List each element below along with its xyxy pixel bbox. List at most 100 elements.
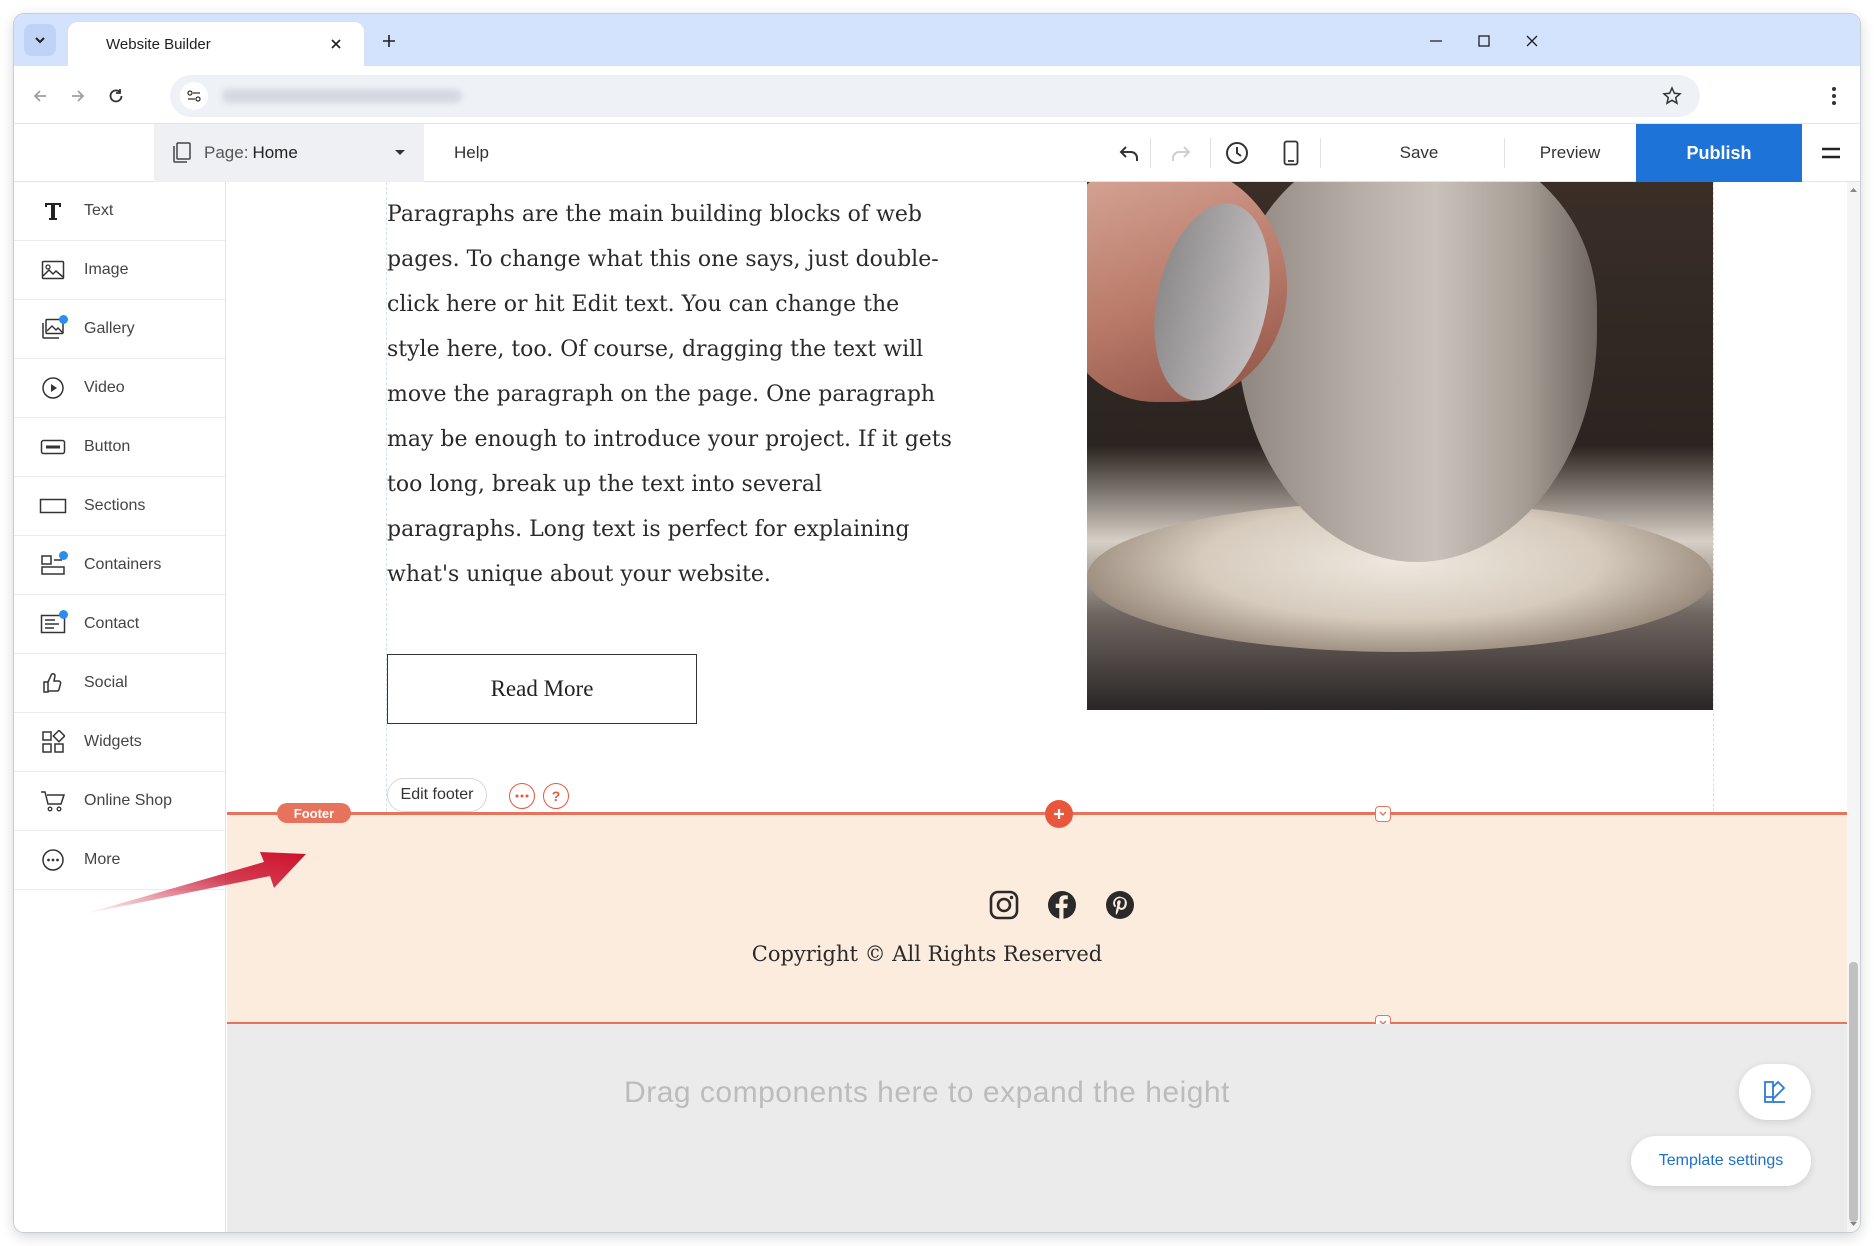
containers-icon — [38, 550, 68, 580]
sidebar-item-widgets[interactable]: Widgets — [14, 713, 225, 772]
cart-icon — [38, 786, 68, 816]
url-field[interactable] — [170, 75, 1700, 117]
gallery-icon — [38, 314, 68, 344]
instagram-icon[interactable] — [987, 888, 1021, 922]
new-tab-icon[interactable] — [376, 28, 402, 54]
pages-icon — [173, 142, 191, 163]
caret-down-icon — [395, 150, 405, 155]
browser-titlebar: Website Builder — [14, 14, 1860, 66]
sidebar-item-label: Contact — [84, 615, 140, 632]
photo-pot-shape — [1237, 182, 1597, 562]
toolbar-divider — [1320, 138, 1321, 168]
footer-tag: Footer — [277, 803, 351, 823]
button-icon — [38, 432, 68, 462]
facebook-icon[interactable] — [1045, 888, 1079, 922]
annotation-arrow-icon — [84, 852, 306, 914]
help-link[interactable]: Help — [454, 124, 489, 182]
more-icon — [38, 845, 68, 875]
toolbar-divider — [1210, 138, 1211, 168]
minimize-icon[interactable] — [1422, 28, 1450, 54]
components-sidebar: Text Image Gallery Video Button Sections… — [14, 182, 226, 1232]
social-icon — [38, 668, 68, 698]
close-tab-icon[interactable] — [326, 34, 346, 54]
copyright-text[interactable]: Copyright © All Rights Reserved — [227, 942, 1627, 966]
mobile-view-icon[interactable] — [1276, 138, 1306, 168]
sidebar-item-gallery[interactable]: Gallery — [14, 300, 225, 359]
sidebar-item-label: Online Shop — [84, 792, 173, 809]
sidebar-item-image[interactable]: Image — [14, 241, 225, 300]
save-button[interactable]: Save — [1344, 124, 1494, 182]
footer-help-icon[interactable]: ? — [543, 783, 569, 809]
sidebar-item-label: Image — [84, 261, 129, 278]
add-section-plus-icon[interactable] — [1045, 800, 1073, 828]
new-badge — [59, 315, 68, 324]
sidebar-item-label: Video — [84, 379, 125, 396]
page-selector[interactable]: Page: Home — [154, 124, 424, 182]
undo-icon[interactable] — [1114, 138, 1144, 168]
sidebar-item-label: Text — [84, 202, 114, 219]
paragraph-text[interactable]: Paragraphs are the main building blocks … — [387, 192, 957, 597]
sidebar-item-video[interactable]: Video — [14, 359, 225, 418]
page-label: Page: — [204, 143, 249, 162]
sidebar-item-containers[interactable]: Containers — [14, 536, 225, 595]
new-badge — [59, 610, 68, 619]
resize-handle-icon[interactable] — [1375, 806, 1391, 822]
back-arrow-icon[interactable] — [26, 82, 54, 110]
pinterest-icon[interactable] — [1103, 888, 1137, 922]
reload-icon[interactable] — [102, 82, 130, 110]
video-icon — [38, 373, 68, 403]
edit-footer-button[interactable]: Edit footer — [387, 778, 487, 812]
design-settings-button[interactable] — [1739, 1064, 1811, 1120]
footer-top-border — [227, 812, 1847, 815]
toolbar-divider — [1150, 138, 1151, 168]
tab-search-button[interactable] — [24, 24, 56, 56]
sidebar-item-text[interactable]: Text — [14, 182, 225, 241]
text-icon — [38, 196, 68, 226]
sidebar-item-label: Button — [84, 438, 131, 455]
builder-toolbar: Page: Home Help Save Preview Publish — [14, 124, 1860, 182]
sidebar-item-label: Widgets — [84, 733, 142, 750]
preview-button[interactable]: Preview — [1504, 124, 1636, 182]
scroll-up-icon[interactable] — [1847, 184, 1860, 196]
chevron-down-icon — [35, 37, 45, 44]
new-badge — [59, 551, 68, 560]
browser-window: Website Builder Page: Home Help Save Pre… — [14, 14, 1860, 1232]
publish-button[interactable]: Publish — [1636, 124, 1802, 182]
history-icon[interactable] — [1222, 138, 1252, 168]
close-window-icon[interactable] — [1518, 28, 1546, 54]
browser-menu-icon[interactable] — [1822, 82, 1846, 110]
sidebar-item-label: Sections — [84, 497, 146, 514]
page-name: Home — [252, 143, 298, 162]
sidebar-item-contact[interactable]: Contact — [14, 595, 225, 654]
url-text-redacted — [222, 89, 462, 103]
sidebar-item-online-shop[interactable]: Online Shop — [14, 772, 225, 831]
vertical-scrollbar[interactable] — [1847, 182, 1860, 1232]
palette-edit-icon — [1764, 1080, 1786, 1103]
template-settings-button[interactable]: Template settings — [1631, 1136, 1811, 1186]
read-more-button[interactable]: Read More — [387, 654, 697, 724]
drop-zone[interactable]: Drag components here to expand the heigh… — [227, 1024, 1847, 1232]
footer-options-icon[interactable] — [509, 783, 535, 809]
redo-icon[interactable] — [1166, 138, 1196, 168]
maximize-icon[interactable] — [1470, 28, 1498, 54]
forward-arrow-icon[interactable] — [64, 82, 92, 110]
tab-title: Website Builder — [106, 35, 211, 53]
sidebar-item-sections[interactable]: Sections — [14, 477, 225, 536]
scrollbar-thumb[interactable] — [1849, 962, 1858, 1222]
drop-zone-hint: Drag components here to expand the heigh… — [624, 1076, 1230, 1109]
site-settings-icon[interactable] — [180, 82, 208, 110]
widgets-icon — [38, 727, 68, 757]
social-icons-row — [987, 888, 1137, 922]
sidebar-item-social[interactable]: Social — [14, 654, 225, 713]
sidebar-item-button[interactable]: Button — [14, 418, 225, 477]
pottery-wheel-photo[interactable] — [1087, 182, 1713, 710]
sidebar-item-label: Social — [84, 674, 128, 691]
editor-canvas[interactable]: Paragraphs are the main building blocks … — [227, 182, 1847, 1232]
hamburger-menu-icon[interactable] — [1802, 124, 1860, 182]
sidebar-item-label: Containers — [84, 556, 162, 573]
browser-tab[interactable]: Website Builder — [68, 22, 364, 66]
scroll-down-icon[interactable] — [1847, 1218, 1860, 1230]
bookmark-star-icon[interactable] — [1660, 84, 1684, 108]
sections-icon — [38, 491, 68, 521]
contact-icon — [38, 609, 68, 639]
